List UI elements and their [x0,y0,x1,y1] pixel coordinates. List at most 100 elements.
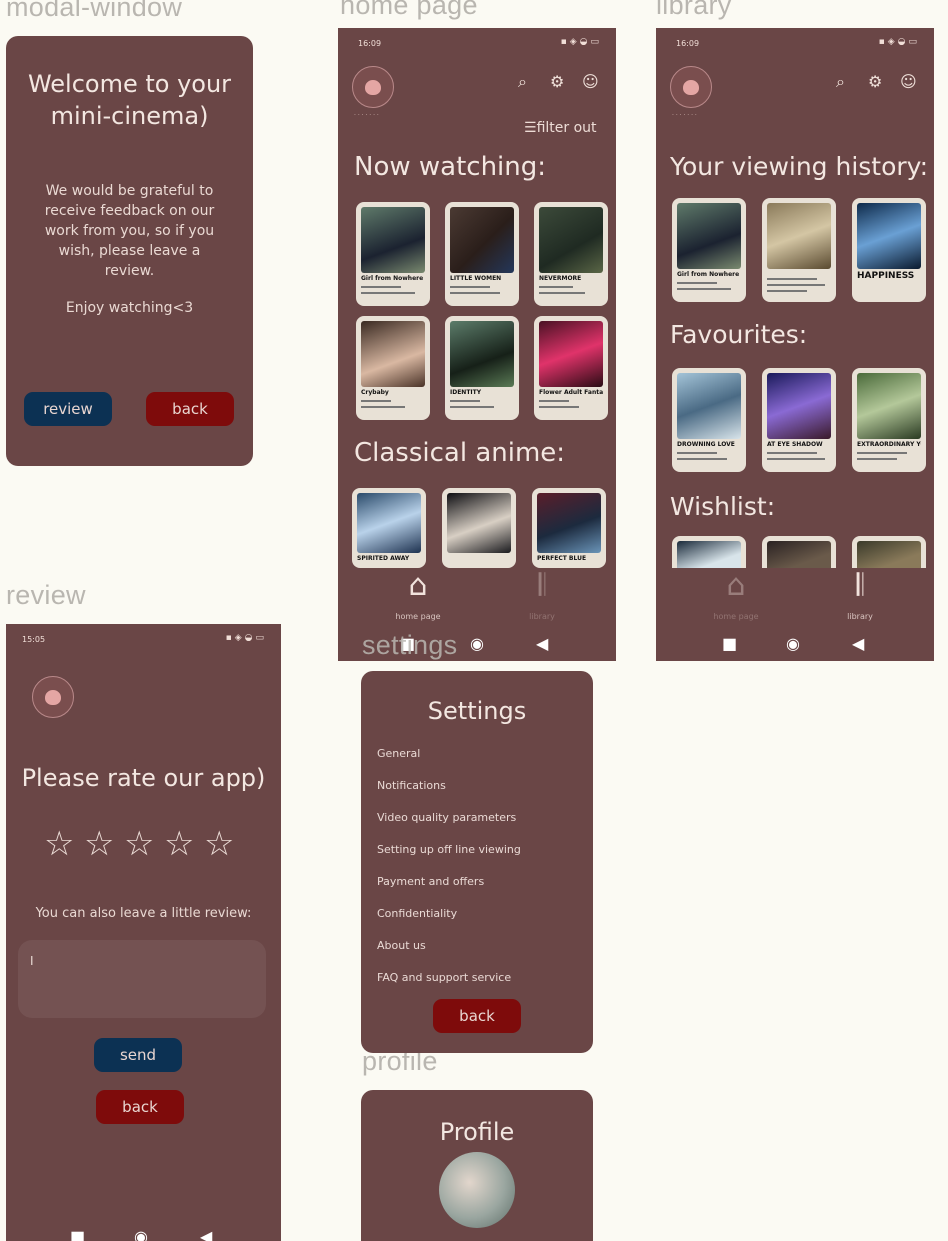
star-5[interactable]: ☆ [204,824,234,864]
home-nav-icon[interactable]: ⌂ [398,568,438,603]
anime-poster-card[interactable] [442,488,516,568]
status-icons: ▪◈◒▭ [225,633,267,643]
filter-label: filter out [536,120,597,136]
status-time: 16:09 [676,39,700,48]
app-logo[interactable] [670,66,712,108]
poster-card[interactable]: LITTLE WOMEN [445,202,519,306]
home-nav-label[interactable]: home page [378,612,458,621]
poster-card[interactable]: Crybaby [356,316,430,420]
home-page-screen: 16:09 ▪◈◒▭ · · · · · · · ⌕ ⚙ ☺ ☰filter o… [338,28,616,661]
poster-card[interactable]: Girl from Nowhere [356,202,430,306]
modal-body: We would be grateful to receive feedback… [44,183,215,279]
poster-card[interactable]: AT EYE SHADOW [762,368,836,472]
home-nav-label[interactable]: home page [696,612,776,621]
library-screen: 16:09 ▪◈◒▭ · · · · · · · ⌕ ⚙ ☺ Your view… [656,28,934,661]
back-button[interactable]: back [433,999,521,1033]
settings-item-payment[interactable]: Payment and offers [377,875,484,888]
settings-item-faq[interactable]: FAQ and support service [377,971,511,984]
app-logo[interactable] [352,66,394,108]
poster-title: Flower Adult Fantasy [539,389,603,396]
filter-button[interactable]: ☰filter out [524,120,597,136]
settings-item-notifications[interactable]: Notifications [377,779,446,792]
recent-apps-icon[interactable]: ■ [722,634,737,653]
filter-icon: ☰ [524,120,537,136]
poster-card[interactable]: EXTRAORDINARY YOU [852,368,926,472]
settings-item-video-quality[interactable]: Video quality parameters [377,811,516,824]
poster-card[interactable]: NEVERMORE [534,202,608,306]
home-system-icon[interactable]: ◉ [134,1227,148,1241]
review-input-value: I [30,954,34,968]
review-textarea[interactable]: I [18,940,266,1018]
modal-enjoy: Enjoy watching<3 [65,300,194,316]
logo-caption: · · · · · · · [672,112,697,119]
poster-card[interactable]: HAPPINESS [852,198,926,302]
settings-item-about[interactable]: About us [377,939,426,952]
profile-face-icon[interactable]: ☺ [582,72,599,91]
back-button[interactable]: back [146,392,234,426]
library-nav-label[interactable]: library [502,612,582,621]
status-time: 15:05 [22,635,46,644]
poster-title: EXTRAORDINARY YOU [857,441,921,448]
poster-title: SPIRITED AWAY [357,555,410,562]
poster-title: PERFECT BLUE [537,555,587,562]
poster-title: Crybaby [361,389,389,396]
review-screen: 15:05 ▪◈◒▭ Please rate our app) ☆ ☆ ☆ ☆ … [6,624,281,1241]
poster-card[interactable]: Flower Adult Fantasy [534,316,608,420]
poster-card[interactable]: Girl from Nowhere [672,198,746,302]
star-3[interactable]: ☆ [124,824,154,864]
now-watching-title: Now watching: [354,152,547,182]
poster-title: AT EYE SHADOW [767,441,823,448]
back-system-icon[interactable]: ◀ [536,634,548,653]
back-system-icon[interactable]: ◀ [852,634,864,653]
search-icon[interactable]: ⌕ [836,72,845,92]
settings-item-confidentiality[interactable]: Confidentiality [377,907,457,920]
frame-label-settings: settings [362,630,458,660]
home-system-icon[interactable]: ◉ [470,634,484,653]
back-button[interactable]: back [96,1090,184,1124]
back-system-icon[interactable]: ◀ [200,1227,212,1241]
star-2[interactable]: ☆ [84,824,114,864]
status-icons: ▪◈◒▭ [560,37,602,47]
settings-title: Settings [427,697,527,725]
poster-title: Girl from Nowhere [361,275,424,282]
library-nav-label[interactable]: library [820,612,900,621]
search-icon[interactable]: ⌕ [518,72,527,92]
home-system-icon[interactable]: ◉ [786,634,800,653]
poster-title: Girl from Nowhere [677,271,740,278]
viewing-history-title: Your viewing history: [670,152,929,181]
logo-caption: · · · · · · · [354,112,379,119]
poster-title: HAPPINESS [857,271,915,281]
review-title: Please rate our app) [21,764,266,792]
modal-window: Welcome to your mini-cinema) We would be… [6,36,253,466]
anime-poster-card[interactable]: PERFECT BLUE [532,488,606,568]
poster-card[interactable]: IDENTITY [445,316,519,420]
star-4[interactable]: ☆ [164,824,194,864]
star-1[interactable]: ☆ [44,824,74,864]
wishlist-title: Wishlist: [670,492,776,521]
status-time: 16:09 [358,39,382,48]
poster-card[interactable]: DROWNING LOVE [672,368,746,472]
settings-item-offline-viewing[interactable]: Setting up off line viewing [377,843,521,856]
app-logo[interactable] [32,676,74,718]
profile-face-icon[interactable]: ☺ [900,72,917,91]
recent-apps-icon[interactable]: ■ [70,1227,85,1241]
poster-title: DROWNING LOVE [677,441,735,448]
gear-icon[interactable]: ⚙ [868,72,882,91]
gear-icon[interactable]: ⚙ [550,72,564,91]
poster-title: NEVERMORE [539,275,582,282]
send-button[interactable]: send [94,1038,182,1072]
settings-item-general[interactable]: General [377,747,420,760]
home-nav-icon[interactable]: ⌂ [716,568,756,603]
profile-avatar[interactable] [439,1152,515,1228]
favourites-title: Favourites: [670,320,808,349]
review-button[interactable]: review [24,392,112,426]
frame-label-modal: modal-window [6,0,183,22]
status-icons: ▪◈◒▭ [878,37,920,47]
profile-title: Profile [439,1118,515,1146]
classical-anime-title: Classical anime: [354,438,566,468]
library-nav-icon[interactable]: 𝄃 [524,568,560,603]
poster-card[interactable] [762,198,836,302]
anime-poster-card[interactable]: SPIRITED AWAY [352,488,426,568]
library-nav-icon[interactable]: 𝄃 [842,568,878,603]
review-subtitle: You can also leave a little review: [35,906,252,921]
